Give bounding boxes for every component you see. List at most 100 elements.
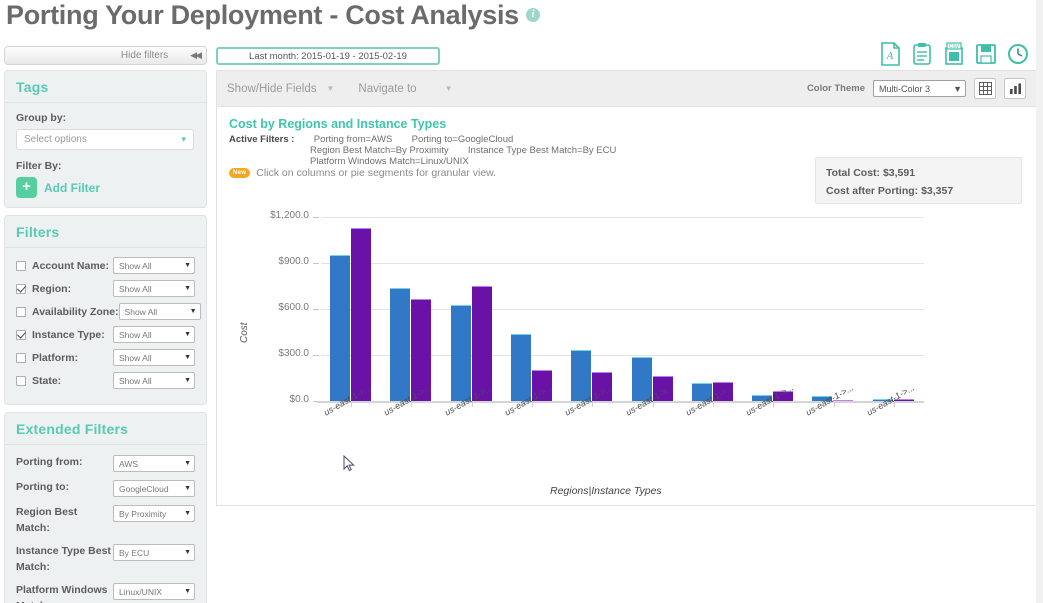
schedule-clock-icon[interactable] xyxy=(1007,42,1029,66)
extended-filter-select[interactable]: By Proximity ▼ xyxy=(113,505,195,522)
chevron-down-icon: ▼ xyxy=(184,460,191,467)
x-tick-mark xyxy=(532,403,534,407)
filters-sidebar: Tags Group by: Select options ▾ Filter B… xyxy=(4,70,207,603)
date-range-selector[interactable]: Last month: 2015-01-19 - 2015-02-19 xyxy=(216,47,440,65)
filter-label: Account Name: xyxy=(32,259,110,272)
active-filter-instance-type-best-match: Instance Type Best Match=By ECU xyxy=(467,145,617,156)
filter-label: State: xyxy=(32,374,62,387)
extended-filter-row: Region Best Match: By Proximity ▼ xyxy=(16,504,195,536)
svg-text:CSV: CSV xyxy=(949,44,960,50)
copy-clipboard-icon[interactable] xyxy=(911,42,933,66)
chevron-down-icon: ▼ xyxy=(184,354,191,361)
filter-checkbox[interactable] xyxy=(16,260,26,271)
bar-porting-cost[interactable] xyxy=(351,227,371,401)
extended-filter-label: Region Best Match: xyxy=(16,506,78,534)
filter-checkbox[interactable] xyxy=(16,306,26,317)
chevron-down-icon: ▼ xyxy=(184,588,191,595)
filter-select[interactable]: Show All ▼ xyxy=(113,372,195,389)
filter-select-value: Show All xyxy=(119,283,152,294)
svg-text:A: A xyxy=(886,50,894,62)
filter-select[interactable]: Show All ▼ xyxy=(113,326,195,343)
extended-filter-rows: Porting from: AWS ▼ Porting to: GoogleCloud ▼… xyxy=(5,445,206,603)
filter-select-value: Show All xyxy=(119,375,152,386)
filter-checkbox[interactable] xyxy=(16,283,26,294)
export-pdf-icon[interactable]: A xyxy=(879,42,901,66)
filter-select[interactable]: Show All ▼ xyxy=(113,280,195,297)
active-filters-label: Active Filters : xyxy=(229,134,295,145)
save-icon[interactable] xyxy=(975,42,997,66)
tags-panel: Tags Group by: Select options ▾ Filter B… xyxy=(4,70,207,208)
extended-filter-row: Porting from: AWS ▼ xyxy=(16,454,195,472)
filter-select-value: Show All xyxy=(124,306,158,317)
chart-view-button[interactable] xyxy=(1004,78,1026,99)
chevron-down-icon: ▼ xyxy=(326,84,335,93)
filter-select[interactable]: Show All ▼ xyxy=(113,349,195,366)
extended-filter-label: Platform Windows Match: xyxy=(16,584,108,603)
x-tick-mark xyxy=(773,403,775,407)
filter-select[interactable]: Show All ▼ xyxy=(113,257,195,274)
add-filter-label: Add Filter xyxy=(44,180,100,195)
filter-checkbox[interactable] xyxy=(16,329,26,340)
color-theme-value: Multi-Color 3 xyxy=(879,83,931,94)
x-tick-mark xyxy=(592,403,594,407)
extended-filter-label: Porting to: xyxy=(16,481,70,493)
bar-cost[interactable] xyxy=(450,305,471,401)
x-tick-mark xyxy=(652,403,654,407)
group-by-label: Group by: xyxy=(16,112,67,124)
chevron-down-icon: ▼ xyxy=(184,262,191,269)
bar-chart: Cost $0.0 $300.0 $600.0 $900.0 $1,200.0 us-e… xyxy=(217,210,1038,507)
collapse-left-icon: ◀◀ xyxy=(190,50,202,60)
x-tick-mark xyxy=(411,403,413,407)
filter-row: Instance Type: Show All ▼ xyxy=(16,326,195,343)
export-toolbar: A CSV xyxy=(879,42,1029,66)
info-icon[interactable]: i xyxy=(525,8,540,22)
main-content: Show/Hide Fields ▼ Navigate to ▼ Color T… xyxy=(216,70,1037,506)
cost-after-porting-value: Cost after Porting: $3,357 xyxy=(826,185,954,197)
hint-text: Click on columns or pie segments for gra… xyxy=(256,167,497,179)
hide-filters-button[interactable]: Hide filters ◀◀ xyxy=(4,46,207,65)
hide-filters-label: Hide filters xyxy=(120,50,169,61)
color-theme-select[interactable]: Multi-Color 3 ▼ xyxy=(873,80,966,97)
show-hide-fields-label: Show/Hide Fields xyxy=(227,82,317,95)
filter-row: Account Name: Show All ▼ xyxy=(16,257,195,274)
extended-filters-panel: Extended Filters Porting from: AWS ▼ Portin… xyxy=(4,412,207,603)
active-filter-porting-to: Porting to=GoogleCloud xyxy=(411,134,514,145)
add-filter-button[interactable]: + Add Filter xyxy=(16,177,195,198)
bar-cost[interactable] xyxy=(330,254,350,401)
filter-checkbox[interactable] xyxy=(16,352,26,363)
chevron-down-icon: ▼ xyxy=(184,285,191,292)
extended-filter-value: AWS xyxy=(119,458,139,469)
filters-panel-title: Filters xyxy=(5,216,206,248)
filter-select-value: Show All xyxy=(119,329,152,340)
group-by-select[interactable]: Select options ▾ xyxy=(16,129,194,150)
filter-row: State: Show All ▼ xyxy=(16,372,195,389)
page-scrollbar[interactable] xyxy=(1036,0,1043,603)
x-tick-mark xyxy=(833,403,835,407)
bars-layer xyxy=(217,217,1038,402)
extended-filter-value: GoogleCloud xyxy=(119,483,169,494)
toolbar-right-group: Color Theme Multi-Color 3 ▼ xyxy=(807,78,1026,99)
chevron-down-icon: ▼ xyxy=(184,377,191,384)
bar-cost[interactable] xyxy=(510,333,531,401)
navigate-to-menu[interactable]: Navigate to ▼ xyxy=(358,83,452,95)
filter-label: Platform: xyxy=(32,351,79,364)
extended-filter-select[interactable]: GoogleCloud ▼ xyxy=(113,480,195,497)
page-title: Porting Your Deployment - Cost Analysis i xyxy=(6,0,540,31)
chevron-down-icon: ▼ xyxy=(184,510,191,517)
extended-filter-select[interactable]: AWS ▼ xyxy=(113,455,195,472)
table-view-button[interactable] xyxy=(974,78,996,99)
filter-rows: Account Name: Show All ▼ Region: Show All ▼ Av… xyxy=(5,248,206,389)
granular-view-hint: New Click on columns or pie segments for… xyxy=(229,167,496,179)
x-axis-label: Regions|Instance Types xyxy=(550,485,662,497)
show-hide-fields-menu[interactable]: Show/Hide Fields ▼ xyxy=(227,83,334,95)
total-cost-value: Total Cost: $3,591 xyxy=(826,167,916,179)
filter-select[interactable]: Show All ▼ xyxy=(118,303,201,320)
bar-cost[interactable] xyxy=(390,287,411,401)
extended-filter-value: By Proximity xyxy=(119,508,167,519)
export-csv-icon[interactable]: CSV xyxy=(943,42,965,66)
group-by-value: Select options xyxy=(24,134,87,145)
filter-checkbox[interactable] xyxy=(16,375,26,386)
extended-filter-select[interactable]: Linux/UNIX ▼ xyxy=(113,583,195,600)
extended-filter-select[interactable]: By ECU ▼ xyxy=(113,544,195,561)
extended-filter-label: Instance Type Best Match: xyxy=(16,545,111,573)
